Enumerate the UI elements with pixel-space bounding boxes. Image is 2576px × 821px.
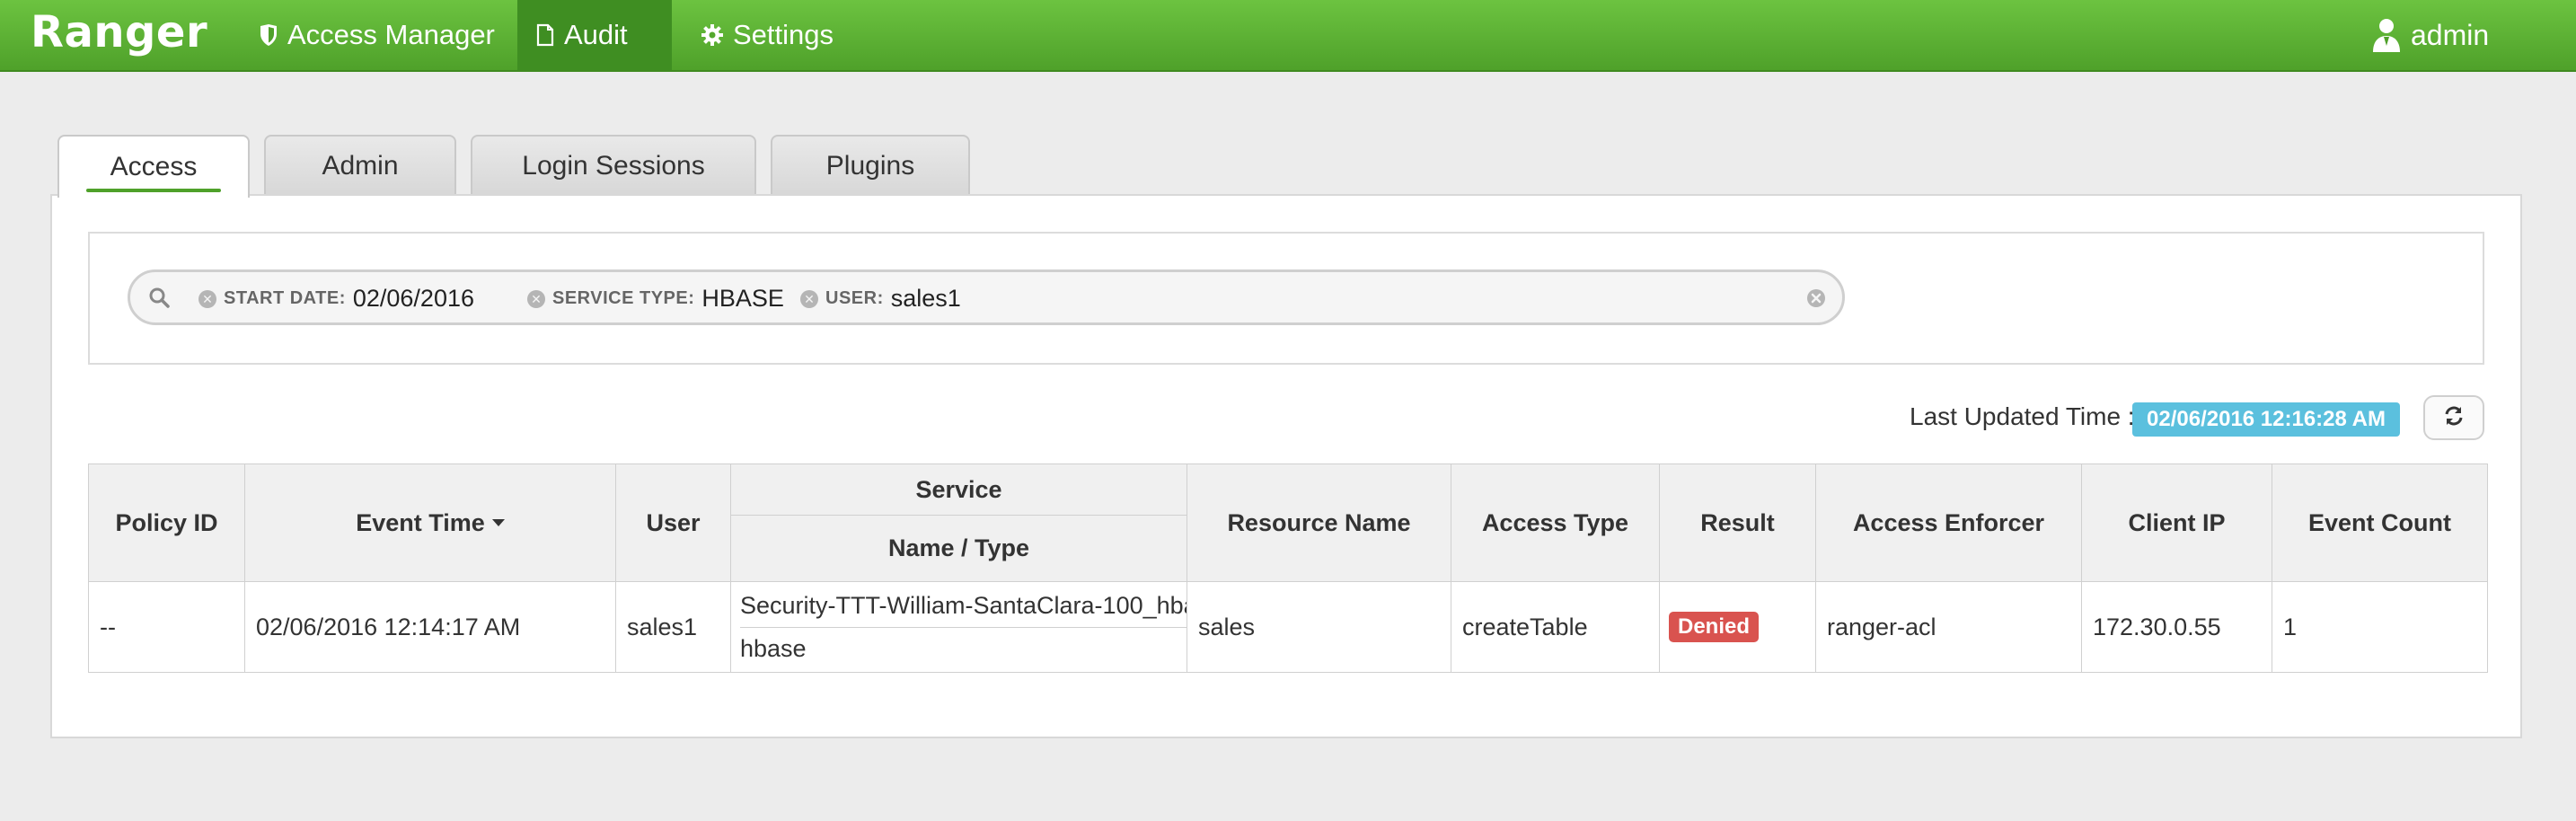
cell-resource-name: sales	[1187, 581, 1451, 673]
facet-value[interactable]: HBASE	[701, 285, 784, 313]
tab-access[interactable]: Access	[57, 135, 250, 198]
nav-audit[interactable]: Audit	[517, 0, 672, 70]
facet-value[interactable]: sales1	[891, 285, 961, 313]
cell-client-ip: 172.30.0.55	[2081, 581, 2272, 673]
column-header-user[interactable]: User	[615, 463, 731, 582]
user-menu[interactable]: admin	[2353, 0, 2507, 70]
shield-icon	[259, 23, 278, 47]
audit-access-table: Policy ID Event Time User Service Name /…	[88, 463, 2488, 674]
tab-access-label: Access	[110, 152, 198, 181]
facet-category: START DATE:	[224, 288, 346, 308]
brand-logo[interactable]: Ranger	[31, 7, 207, 57]
nav-audit-label: Audit	[564, 19, 628, 50]
column-header-event-time-label: Event Time	[356, 508, 485, 536]
refresh-button[interactable]	[2423, 395, 2484, 440]
remove-facet-icon[interactable]: ✕	[800, 289, 818, 308]
column-header-event-time[interactable]: Event Time	[244, 463, 616, 582]
cell-result: Denied	[1659, 581, 1816, 673]
facet-category: SERVICE TYPE:	[552, 288, 695, 308]
search-facet-user[interactable]: ✕ USER: sales1	[800, 285, 961, 313]
cell-service-type: hbase	[740, 635, 807, 662]
column-header-service-group: Service	[730, 463, 1187, 516]
tab-plugins-label: Plugins	[825, 151, 915, 181]
tab-login-sessions[interactable]: Login Sessions	[471, 135, 756, 196]
cell-service-name: Security-TTT-William-SantaClara-100_hba	[740, 582, 1187, 628]
clear-search-icon[interactable]	[1806, 288, 1826, 313]
remove-facet-icon[interactable]: ✕	[527, 289, 545, 308]
cell-access-type: createTable	[1451, 581, 1660, 673]
column-header-event-count[interactable]: Event Count	[2272, 463, 2488, 582]
facet-value[interactable]: 02/06/2016	[353, 285, 474, 313]
column-header-client-ip[interactable]: Client IP	[2081, 463, 2272, 582]
nav-access-manager-label: Access Manager	[287, 19, 495, 50]
last-updated-label: Last Updated Time :	[1910, 402, 2135, 430]
nav-settings-label: Settings	[733, 19, 834, 50]
column-header-service-name-type[interactable]: Name / Type	[730, 515, 1187, 582]
column-header-resource-name[interactable]: Resource Name	[1187, 463, 1451, 582]
search-facet-start-date[interactable]: ✕ START DATE: 02/06/2016	[198, 285, 474, 313]
column-header-access-enforcer[interactable]: Access Enforcer	[1815, 463, 2082, 582]
tab-plugins[interactable]: Plugins	[771, 135, 970, 196]
top-navbar: Ranger Access Manager Audit Settings adm…	[0, 0, 2576, 72]
tab-login-sessions-label: Login Sessions	[522, 151, 705, 181]
cell-access-enforcer: ranger-acl	[1815, 581, 2082, 673]
nav-settings[interactable]: Settings	[683, 0, 851, 70]
search-facet-service-type[interactable]: ✕ SERVICE TYPE: HBASE	[527, 285, 784, 313]
facet-category: USER:	[825, 288, 884, 308]
sort-desc-icon	[491, 519, 505, 526]
last-updated-time-badge: 02/06/2016 12:16:28 AM	[2132, 402, 2400, 437]
column-header-policy-id[interactable]: Policy ID	[88, 463, 245, 582]
tab-admin[interactable]: Admin	[264, 135, 456, 196]
refresh-icon	[2442, 404, 2466, 432]
nav-access-manager[interactable]: Access Manager	[241, 0, 513, 70]
active-tab-indicator	[86, 189, 221, 192]
document-icon	[535, 23, 555, 47]
user-icon	[2371, 18, 2402, 52]
tab-admin-label: Admin	[322, 151, 399, 181]
cell-event-count: 1	[2272, 581, 2488, 673]
visual-search-input[interactable]: ✕ START DATE: 02/06/2016 ✕ SERVICE TYPE:…	[128, 269, 1845, 325]
cell-user: sales1	[615, 581, 731, 673]
cell-event-time: 02/06/2016 12:14:17 AM	[244, 581, 616, 673]
column-header-result[interactable]: Result	[1659, 463, 1816, 582]
column-header-access-type[interactable]: Access Type	[1451, 463, 1660, 582]
cell-service: Security-TTT-William-SantaClara-100_hba …	[730, 581, 1187, 673]
cell-policy-id: --	[88, 581, 245, 673]
gear-icon	[701, 23, 724, 47]
status-badge: Denied	[1669, 611, 1760, 643]
search-icon	[148, 287, 172, 314]
user-menu-label: admin	[2411, 18, 2490, 51]
remove-facet-icon[interactable]: ✕	[198, 289, 216, 308]
